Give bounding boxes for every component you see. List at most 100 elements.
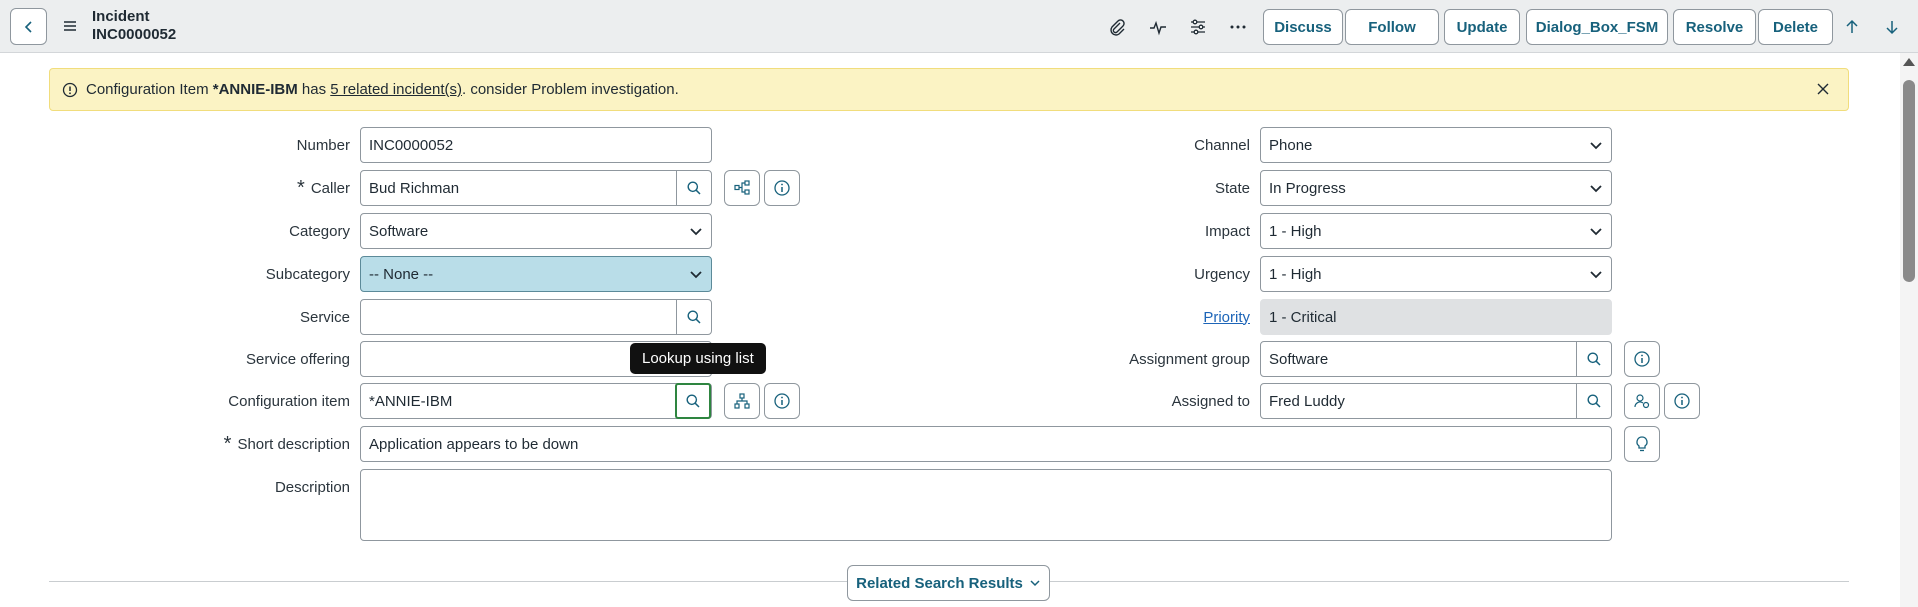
ci-info-button[interactable] xyxy=(764,383,800,419)
caller-label-wrap: * Caller xyxy=(150,170,350,206)
assigned-to-value: Fred Luddy xyxy=(1269,392,1345,410)
chevron-left-icon xyxy=(24,20,32,33)
channel-label: Channel xyxy=(1194,136,1250,154)
impact-select[interactable]: 1 - High xyxy=(1260,213,1612,249)
configuration-item-label: Configuration item xyxy=(228,392,350,410)
urgency-select[interactable]: 1 - High xyxy=(1260,256,1612,292)
lightbulb-icon xyxy=(1636,436,1648,452)
related-incidents-link[interactable]: 5 related incident(s) xyxy=(330,81,462,98)
pulse-icon xyxy=(1150,20,1166,36)
banner-text-middle: has xyxy=(297,81,331,98)
search-icon xyxy=(1587,352,1601,366)
user-settings-icon xyxy=(1634,394,1650,409)
chevron-down-icon xyxy=(1030,580,1040,587)
channel-select[interactable]: Phone xyxy=(1260,127,1612,163)
next-record-button[interactable] xyxy=(1880,15,1904,39)
sliders-icon xyxy=(1191,19,1205,35)
dialog-box-fsm-button[interactable]: Dialog_Box_FSM xyxy=(1526,9,1668,45)
back-button[interactable] xyxy=(10,8,47,45)
attachment-button[interactable] xyxy=(1105,15,1129,39)
more-options-button[interactable] xyxy=(1226,15,1250,39)
assigned-to-lookup-button[interactable] xyxy=(1576,384,1611,418)
search-icon xyxy=(687,310,701,324)
assigned-to-user-button[interactable] xyxy=(1624,383,1660,419)
short-description-value: Application appears to be down xyxy=(369,435,579,453)
info-circle-icon xyxy=(1674,393,1690,409)
related-search-results-button[interactable]: Related Search Results xyxy=(847,565,1050,601)
discuss-button[interactable]: Discuss xyxy=(1263,9,1343,45)
arrow-up-icon xyxy=(1846,19,1858,33)
urgency-value: 1 - High xyxy=(1269,265,1322,283)
required-asterisk: * xyxy=(297,177,305,199)
resolve-button[interactable]: Resolve xyxy=(1673,9,1756,45)
follow-button[interactable]: Follow xyxy=(1345,9,1439,45)
search-icon xyxy=(686,394,700,408)
assignment-group-field[interactable]: Software xyxy=(1260,341,1612,377)
banner-ci-name: *ANNIE-IBM xyxy=(212,81,298,98)
related-search-label: Related Search Results xyxy=(856,574,1023,592)
priority-label-link[interactable]: Priority xyxy=(1203,309,1250,326)
assigned-to-field[interactable]: Fred Luddy xyxy=(1260,383,1612,419)
ci-dependency-map-button[interactable] xyxy=(724,383,760,419)
subcategory-select[interactable]: -- None -- xyxy=(360,256,712,292)
personalize-button[interactable] xyxy=(1186,15,1210,39)
banner-text-suffix: . consider Problem investigation. xyxy=(462,81,679,98)
dismiss-banner-button[interactable] xyxy=(1816,82,1832,98)
chevron-down-icon xyxy=(1590,185,1602,193)
lookup-tooltip: Lookup using list xyxy=(630,343,766,374)
impact-label: Impact xyxy=(1204,222,1250,240)
configuration-item-field[interactable]: *ANNIE-IBM xyxy=(360,383,712,419)
arrow-down-icon xyxy=(1886,21,1898,35)
previous-record-button[interactable] xyxy=(1840,15,1864,39)
channel-value: Phone xyxy=(1269,136,1313,154)
scroll-up-arrow[interactable] xyxy=(1903,58,1915,66)
delete-button[interactable]: Delete xyxy=(1758,9,1833,45)
chevron-down-icon xyxy=(690,228,702,236)
chevron-down-icon xyxy=(1590,271,1602,279)
assignment-group-value: Software xyxy=(1269,350,1329,368)
assignment-group-label: Assignment group xyxy=(1129,350,1250,368)
info-circle-icon xyxy=(774,180,790,196)
search-icon xyxy=(1587,394,1601,408)
assignment-group-info-button[interactable] xyxy=(1624,341,1660,377)
menu-button[interactable] xyxy=(60,16,80,36)
banner-text-prefix: Configuration Item xyxy=(86,81,213,98)
service-offering-label: Service offering xyxy=(246,350,350,368)
state-select[interactable]: In Progress xyxy=(1260,170,1612,206)
activity-button[interactable] xyxy=(1146,15,1170,39)
subcategory-label: Subcategory xyxy=(265,265,350,283)
priority-label-wrap: Priority xyxy=(1050,299,1250,335)
suggestion-button[interactable] xyxy=(1624,426,1660,462)
subcategory-value: -- None -- xyxy=(369,265,434,283)
caller-label: Caller xyxy=(310,179,350,197)
assigned-to-info-button[interactable] xyxy=(1664,383,1700,419)
number-label: Number xyxy=(296,136,350,154)
info-circle-icon xyxy=(774,393,790,409)
caller-lookup-button[interactable] xyxy=(676,171,711,205)
category-label: Category xyxy=(289,222,350,240)
assignment-group-lookup-button[interactable] xyxy=(1576,342,1611,376)
search-icon xyxy=(687,181,701,195)
description-textarea[interactable] xyxy=(360,469,1612,541)
short-description-field[interactable]: Application appears to be down xyxy=(360,426,1612,462)
category-value: Software xyxy=(369,222,429,240)
update-button[interactable]: Update xyxy=(1444,9,1520,45)
configuration-item-lookup-button[interactable] xyxy=(675,383,711,419)
service-field[interactable] xyxy=(360,299,712,335)
caller-field[interactable]: Bud Richman xyxy=(360,170,712,206)
priority-value: 1 - Critical xyxy=(1269,308,1337,326)
caller-hierarchy-button[interactable] xyxy=(724,170,760,206)
number-field[interactable]: INC0000052 xyxy=(360,127,712,163)
configuration-item-value: *ANNIE-IBM xyxy=(369,392,453,410)
caller-info-button[interactable] xyxy=(764,170,800,206)
page-title: Incident xyxy=(92,8,150,25)
scrollbar-thumb[interactable] xyxy=(1903,80,1915,282)
service-lookup-button[interactable] xyxy=(676,300,711,334)
number-value: INC0000052 xyxy=(369,136,454,154)
category-select[interactable]: Software xyxy=(360,213,712,249)
form-header: Incident INC0000052 Discuss Follow Updat… xyxy=(0,0,1918,53)
org-chart-icon xyxy=(734,393,750,409)
paperclip-icon xyxy=(1110,19,1125,36)
chevron-down-icon xyxy=(690,271,702,279)
more-icon xyxy=(1230,25,1246,29)
